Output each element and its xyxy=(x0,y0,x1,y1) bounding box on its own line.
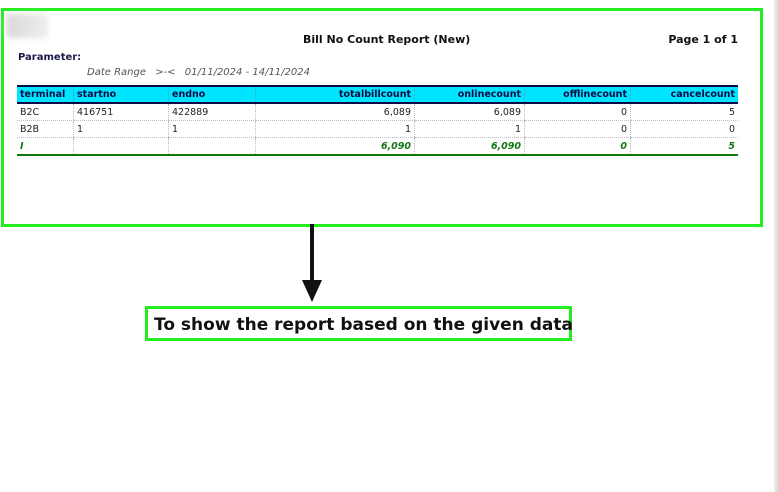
cell-cancelcount: 0 xyxy=(630,120,738,138)
window-edge xyxy=(774,0,778,492)
total-startno xyxy=(73,137,169,156)
cell-startno: 416751 xyxy=(73,103,169,121)
date-range-value: 01/11/2024 - 14/11/2024 xyxy=(184,67,310,78)
cell-terminal: B2B xyxy=(17,120,74,138)
cell-offlinecount: 0 xyxy=(524,103,631,121)
cell-startno: 1 xyxy=(73,120,169,138)
table-row: B2C 416751 422889 6,089 6,089 0 5 xyxy=(17,103,738,121)
total-onlinecount: 6,090 xyxy=(414,137,525,156)
annotation-callout: To show the report based on the given da… xyxy=(145,306,573,341)
date-range-label: Date Range xyxy=(87,67,146,78)
total-totalbillcount: 6,090 xyxy=(255,137,415,156)
cell-totalbillcount: 6,089 xyxy=(255,103,415,121)
arrow-down-icon xyxy=(302,224,322,302)
page-indicator: Page 1 of 1 xyxy=(668,33,738,46)
column-header-endno: endno xyxy=(168,85,256,104)
column-header-offlinecount: offlinecount xyxy=(524,85,631,104)
cell-onlinecount: 6,089 xyxy=(414,103,525,121)
bill-count-table: terminal startno endno totalbillcount on… xyxy=(17,85,738,156)
cell-endno: 1 xyxy=(168,120,256,138)
date-range-separator: >-< xyxy=(155,67,176,78)
total-label: I xyxy=(17,137,74,156)
cell-terminal: B2C xyxy=(17,103,74,121)
date-range-parameter: Date Range >-< 01/11/2024 - 14/11/2024 xyxy=(87,67,316,78)
total-endno xyxy=(168,137,256,156)
column-header-cancelcount: cancelcount xyxy=(630,85,738,104)
column-header-terminal: terminal xyxy=(17,85,74,104)
table-header-row: terminal startno endno totalbillcount on… xyxy=(17,85,738,104)
table-row: B2B 1 1 1 1 0 0 xyxy=(17,120,738,138)
company-logo xyxy=(6,14,48,38)
cell-endno: 422889 xyxy=(168,103,256,121)
parameter-heading: Parameter: xyxy=(18,52,82,63)
table-total-row: I 6,090 6,090 0 5 xyxy=(17,137,738,156)
total-cancelcount: 5 xyxy=(630,137,738,156)
column-header-totalbillcount: totalbillcount xyxy=(255,85,415,104)
cell-cancelcount: 5 xyxy=(630,103,738,121)
column-header-onlinecount: onlinecount xyxy=(414,85,525,104)
cell-onlinecount: 1 xyxy=(414,120,525,138)
report-title: Bill No Count Report (New) xyxy=(303,33,471,46)
total-offlinecount: 0 xyxy=(524,137,631,156)
cell-totalbillcount: 1 xyxy=(255,120,415,138)
cell-offlinecount: 0 xyxy=(524,120,631,138)
column-header-startno: startno xyxy=(73,85,169,104)
